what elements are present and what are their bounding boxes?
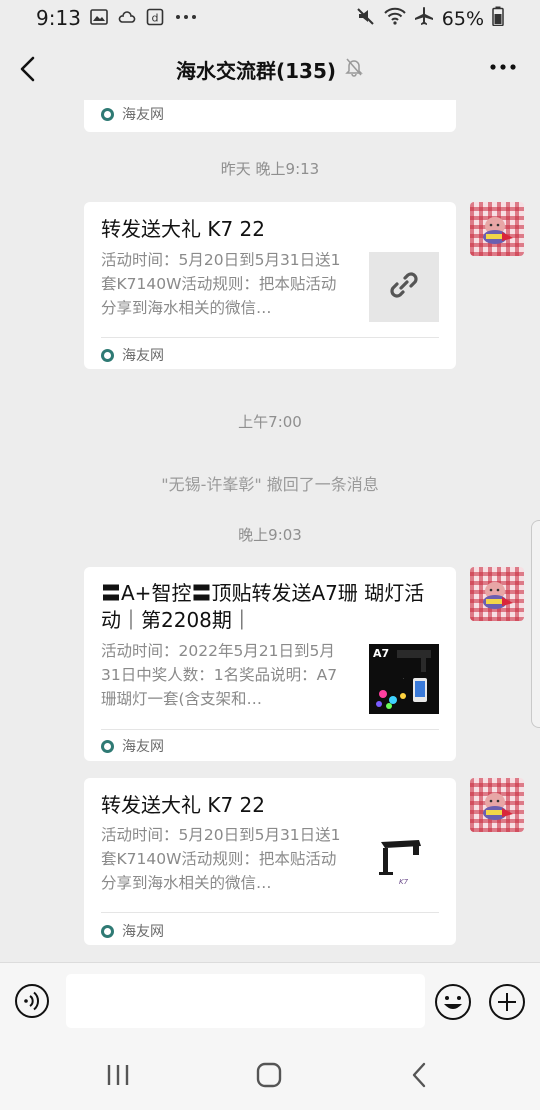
avatar[interactable] (470, 567, 524, 621)
chat-header: 海水交流群(135) (0, 38, 540, 100)
wechat-group-chat-screen: 9:13 d 65% 海水交流群(135) 海友网 昨天 晚上9:13 转发送大… (0, 0, 540, 1110)
d-app-icon: d (146, 8, 164, 26)
card-description: 活动时间：5月20日到5月31日送1套K7140W活动规则：把本贴活动分享到海水… (101, 251, 341, 317)
edge-panel-handle[interactable] (531, 520, 540, 728)
emoji-icon[interactable] (434, 983, 472, 1021)
pig-avatar-icon (483, 217, 513, 244)
card-divider (101, 337, 439, 338)
source-app-icon (101, 739, 114, 753)
voice-icon[interactable] (14, 983, 50, 1019)
pig-avatar-icon (483, 793, 513, 820)
pig-avatar-icon (483, 582, 513, 609)
chat-message-list[interactable]: 海友网 昨天 晚上9:13 转发送大礼 K7 22 活动时间：5月20日到5月3… (0, 100, 540, 962)
card-source: 海友网 (101, 345, 164, 365)
source-app-icon (101, 107, 114, 121)
product-image: · (376, 650, 431, 709)
mute-bell-icon (344, 57, 364, 82)
status-right: 65% (356, 6, 504, 31)
mute-icon (356, 6, 376, 31)
recent-apps-icon[interactable] (104, 1060, 134, 1090)
svg-text:·: · (403, 676, 404, 681)
status-notification-icons: d (90, 8, 198, 26)
avatar[interactable] (470, 778, 524, 832)
home-icon[interactable] (254, 1060, 284, 1090)
card-source: 海友网 (101, 736, 164, 756)
input-bar (0, 962, 540, 1041)
airplane-icon (414, 6, 434, 31)
wifi-icon (384, 6, 406, 31)
cloud-icon (118, 8, 136, 26)
more-dots-icon (174, 8, 198, 26)
source-label: 海友网 (122, 924, 164, 940)
card-divider (101, 729, 439, 730)
source-label: 海友网 (122, 739, 164, 755)
card-thumbnail: K7 (369, 828, 439, 898)
product-image: K7 (379, 840, 421, 886)
shared-link-card[interactable]: 〓A+智控〓顶贴转发送A7珊 瑚灯活动｜第2208期｜ 活动时间：2022年5月… (84, 567, 456, 761)
avatar[interactable] (470, 202, 524, 256)
source-label: 海友网 (122, 107, 164, 123)
card-thumbnail: A7 · (369, 644, 439, 714)
shared-link-card[interactable]: 转发送大礼 K7 22 活动时间：5月20日到5月31日送1套K7140W活动规… (84, 202, 456, 369)
system-navigation-bar (0, 1040, 540, 1110)
timestamp: 晚上9:03 (238, 526, 302, 544)
timestamp: 上午7:00 (238, 413, 302, 431)
card-title: 〓A+智控〓顶贴转发送A7珊 瑚灯活动｜第2208期｜ (101, 581, 425, 632)
source-app-icon (101, 348, 114, 362)
card-description: 活动时间：2022年5月21日到5月31日中奖人数：1名奖品说明：A7珊瑚灯一套… (101, 642, 338, 708)
status-time: 9:13 (36, 6, 81, 30)
gallery-icon (90, 8, 108, 26)
card-source: 海友网 (101, 104, 164, 124)
recall-notice: "无锡-许峯彰" 撤回了一条消息 (161, 475, 379, 494)
shared-link-card[interactable]: 转发送大礼 K7 22 活动时间：5月20日到5月31日送1套K7140W活动规… (84, 778, 456, 945)
card-title: 转发送大礼 K7 22 (101, 793, 266, 817)
group-name: 海水交流群(135) (175, 59, 337, 83)
battery-icon (492, 6, 504, 31)
svg-text:d: d (152, 12, 159, 25)
shared-link-card[interactable]: 海友网 (84, 100, 456, 132)
timestamp: 昨天 晚上9:13 (220, 160, 320, 178)
thumb-label: K7 (399, 878, 409, 886)
chat-title: 海水交流群(135) (0, 55, 540, 84)
card-divider (101, 912, 439, 913)
source-app-icon (101, 924, 114, 938)
plus-icon[interactable] (488, 983, 526, 1021)
message-input[interactable] (66, 974, 425, 1028)
more-icon[interactable] (488, 52, 518, 82)
card-description: 活动时间：5月20日到5月31日送1套K7140W活动规则：把本贴活动分享到海水… (101, 826, 341, 892)
card-thumbnail (369, 252, 439, 322)
status-bar: 9:13 d 65% (0, 0, 540, 38)
card-title: 转发送大礼 K7 22 (101, 217, 266, 241)
system-back-icon[interactable] (405, 1060, 435, 1090)
battery-level: 65% (441, 7, 484, 30)
link-icon (387, 268, 421, 306)
card-source: 海友网 (101, 921, 164, 941)
source-label: 海友网 (122, 348, 164, 364)
